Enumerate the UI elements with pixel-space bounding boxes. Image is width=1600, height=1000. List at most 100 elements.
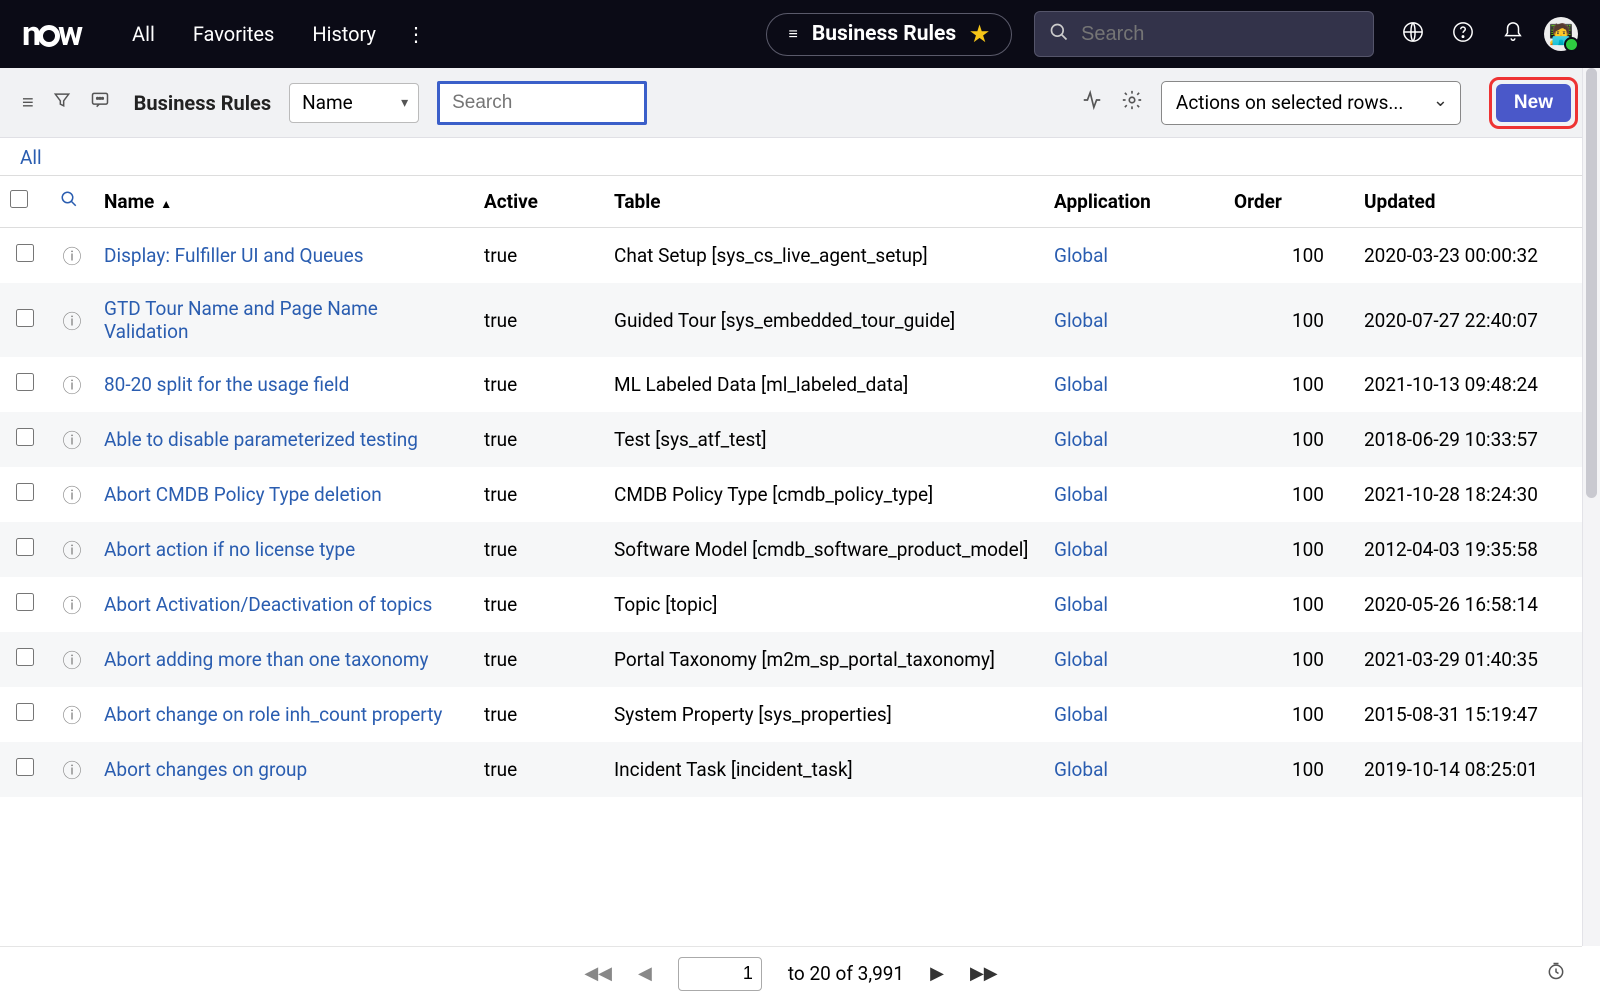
column-search-icon[interactable] [60, 190, 78, 213]
row-info-icon[interactable]: ⓘ [62, 759, 81, 782]
row-checkbox[interactable] [16, 483, 34, 501]
row-name-link[interactable]: Abort change on role inh_count property [104, 703, 442, 726]
col-header-application[interactable]: Application [1044, 176, 1224, 228]
pager-page-input[interactable] [678, 957, 762, 991]
row-active: true [484, 309, 517, 332]
col-header-order[interactable]: Order [1224, 176, 1354, 228]
row-checkbox[interactable] [16, 593, 34, 611]
row-checkbox[interactable] [16, 309, 34, 327]
row-name-link[interactable]: Abort Activation/Deactivation of topics [104, 593, 432, 616]
row-active: true [484, 593, 517, 616]
row-info-icon[interactable]: ⓘ [62, 245, 81, 268]
row-info-icon[interactable]: ⓘ [62, 484, 81, 507]
row-info-icon[interactable]: ⓘ [62, 704, 81, 727]
row-application-link[interactable]: Global [1054, 309, 1108, 332]
nav-utility-icons [1402, 21, 1524, 48]
col-header-table[interactable]: Table [604, 176, 1044, 228]
activity-icon[interactable] [1081, 89, 1103, 116]
row-name-link[interactable]: Display: Fulfiller UI and Queues [104, 244, 364, 267]
row-table: ML Labeled Data [ml_labeled_data] [614, 373, 908, 396]
row-name-link[interactable]: Abort action if no license type [104, 538, 355, 561]
actions-select[interactable]: Actions on selected rows... [1161, 81, 1461, 125]
nav-all[interactable]: All [132, 22, 155, 46]
row-application-link[interactable]: Global [1054, 758, 1108, 781]
col-header-active[interactable]: Active [474, 176, 604, 228]
pager-prev-icon[interactable]: ◀ [638, 963, 652, 984]
pager-next-icon[interactable]: ▶ [930, 963, 944, 984]
row-order: 100 [1292, 309, 1324, 332]
table-row: ⓘ Abort Activation/Deactivation of topics… [0, 577, 1600, 632]
row-checkbox[interactable] [16, 428, 34, 446]
row-updated: 2021-10-28 18:24:30 [1364, 483, 1538, 506]
gear-icon[interactable] [1121, 89, 1143, 116]
row-name-link[interactable]: Able to disable parameterized testing [104, 428, 418, 451]
search-field-select[interactable]: Name [289, 83, 419, 123]
context-pill[interactable]: ≡ Business Rules ★ [766, 13, 1013, 56]
row-active: true [484, 483, 517, 506]
table-row: ⓘ Abort change on role inh_count property… [0, 687, 1600, 742]
row-updated: 2020-07-27 22:40:07 [1364, 309, 1538, 332]
row-name-link[interactable]: Abort changes on group [104, 758, 307, 781]
bell-icon[interactable] [1502, 21, 1524, 48]
row-info-icon[interactable]: ⓘ [62, 594, 81, 617]
sort-asc-icon: ▲ [160, 197, 172, 211]
globe-icon[interactable] [1402, 21, 1424, 48]
row-application-link[interactable]: Global [1054, 703, 1108, 726]
row-application-link[interactable]: Global [1054, 428, 1108, 451]
row-checkbox[interactable] [16, 373, 34, 391]
row-updated: 2021-03-29 01:40:35 [1364, 648, 1538, 671]
nav-more-icon[interactable]: ⋮ [406, 22, 426, 46]
nav-favorites[interactable]: Favorites [193, 22, 275, 46]
list-icon: ≡ [789, 24, 798, 44]
row-application-link[interactable]: Global [1054, 593, 1108, 616]
col-header-updated[interactable]: Updated [1354, 176, 1600, 228]
row-info-icon[interactable]: ⓘ [62, 310, 81, 333]
row-name-link[interactable]: 80-20 split for the usage field [104, 373, 349, 396]
row-application-link[interactable]: Global [1054, 483, 1108, 506]
select-all-checkbox[interactable] [10, 190, 28, 208]
favorite-star-icon[interactable]: ★ [970, 22, 989, 47]
search-icon [1049, 22, 1069, 47]
row-info-icon[interactable]: ⓘ [62, 429, 81, 452]
feedback-icon[interactable] [90, 90, 110, 115]
row-application-link[interactable]: Global [1054, 373, 1108, 396]
row-checkbox[interactable] [16, 648, 34, 666]
row-name-link[interactable]: GTD Tour Name and Page Name Validation [104, 297, 378, 343]
table-header-row: Name▲ Active Table Application Order Upd… [0, 176, 1600, 228]
list-title: Business Rules [134, 91, 271, 115]
pager-first-icon[interactable]: ◀◀ [584, 963, 612, 984]
row-name-link[interactable]: Abort adding more than one taxonomy [104, 648, 428, 671]
row-info-icon[interactable]: ⓘ [62, 374, 81, 397]
nav-history[interactable]: History [312, 22, 376, 46]
global-search[interactable] [1034, 11, 1374, 57]
list-search-input[interactable] [437, 81, 647, 125]
filter-icon[interactable] [52, 90, 72, 115]
product-logo[interactable]: nw [22, 14, 82, 54]
timing-icon[interactable] [1546, 961, 1566, 986]
row-application-link[interactable]: Global [1054, 538, 1108, 561]
row-checkbox[interactable] [16, 538, 34, 556]
col-header-name[interactable]: Name▲ [94, 176, 474, 228]
help-icon[interactable] [1452, 21, 1474, 48]
row-checkbox[interactable] [16, 758, 34, 776]
row-name-link[interactable]: Abort CMDB Policy Type deletion [104, 483, 382, 506]
row-active: true [484, 373, 517, 396]
row-application-link[interactable]: Global [1054, 648, 1108, 671]
pager: ◀◀ ◀ to 20 of 3,991 ▶ ▶▶ [0, 946, 1582, 1000]
menu-icon[interactable]: ≡ [22, 90, 34, 115]
row-table: Test [sys_atf_test] [614, 428, 767, 451]
row-checkbox[interactable] [16, 703, 34, 721]
pager-last-icon[interactable]: ▶▶ [970, 963, 998, 984]
scrollbar-thumb[interactable] [1586, 68, 1597, 498]
global-nav: nw All Favorites History ⋮ ≡ Business Ru… [0, 0, 1600, 68]
breadcrumb-all[interactable]: All [20, 146, 42, 169]
vertical-scrollbar[interactable] [1582, 68, 1600, 946]
row-info-icon[interactable]: ⓘ [62, 539, 81, 562]
global-search-input[interactable] [1081, 23, 1359, 46]
row-checkbox[interactable] [16, 244, 34, 262]
new-button[interactable]: New [1496, 84, 1571, 122]
row-info-icon[interactable]: ⓘ [62, 649, 81, 672]
row-table: CMDB Policy Type [cmdb_policy_type] [614, 483, 933, 506]
user-avatar[interactable]: 🧑‍💻 [1544, 17, 1578, 51]
row-application-link[interactable]: Global [1054, 244, 1108, 267]
